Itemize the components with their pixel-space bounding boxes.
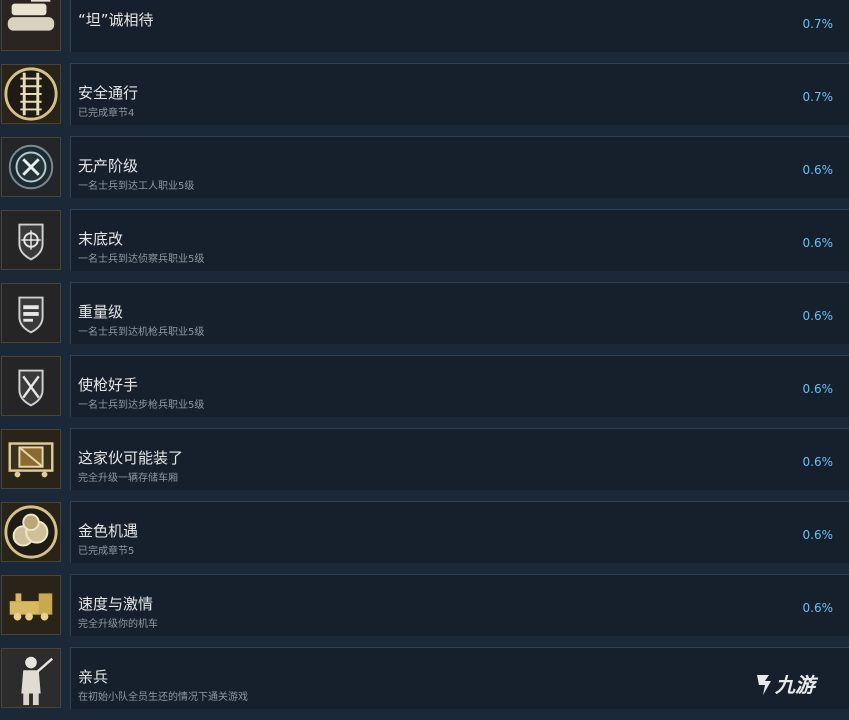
achievement-row: 亲兵在初始小队全员生还的情况下通关游戏 (0, 647, 849, 720)
achievement-title: 金色机遇 (78, 522, 139, 540)
achievement-description: 完全升级一辆存储车厢 (78, 473, 178, 484)
achievement-unlock-percent: 0.6% (802, 601, 834, 615)
achievement-unlock-percent: 0.6% (802, 236, 834, 250)
achievement-panel: 速度与激情完全升级你的机车 0.6% (70, 574, 849, 636)
achievement-panel: 金色机遇已完成章节5 0.6% (70, 501, 849, 563)
achievement-panel: 无产阶级一名士兵到达工人职业5级 0.6% (70, 136, 849, 198)
achievement-row: 末底改一名士兵到达侦察兵职业5级 0.6% (0, 209, 849, 282)
achievement-title: 亲兵 (78, 668, 109, 686)
achievement-description: 完全升级你的机车 (78, 619, 158, 630)
machinegunner-badge-icon (2, 284, 60, 342)
achievement-description: 已完成章节5 (78, 546, 135, 557)
jiuyou-watermark: 九游 (753, 669, 845, 699)
scout-badge-icon (2, 211, 60, 269)
achievement-title: 这家伙可能装了 (78, 449, 184, 467)
achievement-unlock-percent: 0.6% (802, 163, 834, 177)
rifleman-badge-icon (2, 357, 60, 415)
achievement-icon (1, 575, 61, 635)
achievement-row: 重量级一名士兵到达机枪兵职业5级 0.6% (0, 282, 849, 355)
achievement-panel: 这家伙可能装了完全升级一辆存储车厢 0.6% (70, 428, 849, 490)
locomotive-icon (2, 576, 60, 634)
achievement-unlock-percent: 0.6% (802, 528, 834, 542)
achievement-panel: 亲兵在初始小队全员生还的情况下通关游戏 (70, 647, 849, 709)
achievement-description: 一名士兵到达步枪兵职业5级 (78, 400, 205, 411)
achievement-icon (1, 64, 61, 124)
achievement-title: 末底改 (78, 230, 124, 248)
achievement-description: 已完成章节4 (78, 108, 135, 119)
jiuyou-logo-icon: 九游 (757, 673, 819, 697)
achievement-row: 安全通行已完成章节4 0.7% (0, 63, 849, 136)
achievement-title: “坦”诚相待 (78, 11, 154, 29)
rail-track-icon (2, 65, 60, 123)
achievement-title: 使枪好手 (78, 376, 139, 394)
achievement-row: “坦”诚相待 0.7% (0, 0, 849, 63)
achievement-row: 使枪好手一名士兵到达步枪兵职业5级 0.6% (0, 355, 849, 428)
achievement-panel: 安全通行已完成章节4 0.7% (70, 63, 849, 125)
achievement-unlock-percent: 0.7% (802, 17, 834, 31)
achievement-icon (1, 356, 61, 416)
watermark-text: 九游 (774, 673, 819, 697)
achievement-unlock-percent: 0.6% (802, 309, 834, 323)
achievement-row: 金色机遇已完成章节5 0.6% (0, 501, 849, 574)
achievement-icon (1, 0, 61, 51)
achievement-description: 一名士兵到达工人职业5级 (78, 181, 195, 192)
achievement-title: 无产阶级 (78, 157, 139, 175)
achievement-title: 安全通行 (78, 84, 139, 102)
gold-coins-icon (2, 503, 60, 561)
achievement-row: 这家伙可能装了完全升级一辆存储车厢 0.6% (0, 428, 849, 501)
achievement-unlock-percent: 0.6% (802, 382, 834, 396)
soldier-icon (2, 649, 60, 707)
achievement-title: 速度与激情 (78, 595, 154, 613)
achievement-row: 无产阶级一名士兵到达工人职业5级 0.6% (0, 136, 849, 209)
achievement-icon (1, 283, 61, 343)
achievement-panel: 使枪好手一名士兵到达步枪兵职业5级 0.6% (70, 355, 849, 417)
achievement-description: 在初始小队全员生还的情况下通关游戏 (78, 692, 248, 703)
achievement-unlock-percent: 0.6% (802, 455, 834, 469)
achievement-list: “坦”诚相待 0.7% 安全通行已完成章节4 0.7% 无产阶级一名士兵到达工人职业5级… (0, 0, 849, 720)
achievement-icon (1, 502, 61, 562)
achievement-icon (1, 137, 61, 197)
tools-badge-icon (2, 138, 60, 196)
achievement-icon (1, 429, 61, 489)
achievement-panel: “坦”诚相待 0.7% (70, 0, 849, 52)
achievement-title: 重量级 (78, 303, 124, 321)
storage-car-icon (2, 430, 60, 488)
achievement-unlock-percent: 0.7% (802, 90, 834, 104)
tank-icon (2, 0, 60, 50)
achievement-icon (1, 648, 61, 708)
achievement-icon (1, 210, 61, 270)
achievement-row: 速度与激情完全升级你的机车 0.6% (0, 574, 849, 647)
achievement-panel: 重量级一名士兵到达机枪兵职业5级 0.6% (70, 282, 849, 344)
achievement-description: 一名士兵到达机枪兵职业5级 (78, 327, 205, 338)
achievement-description: 一名士兵到达侦察兵职业5级 (78, 254, 205, 265)
achievement-panel: 末底改一名士兵到达侦察兵职业5级 0.6% (70, 209, 849, 271)
